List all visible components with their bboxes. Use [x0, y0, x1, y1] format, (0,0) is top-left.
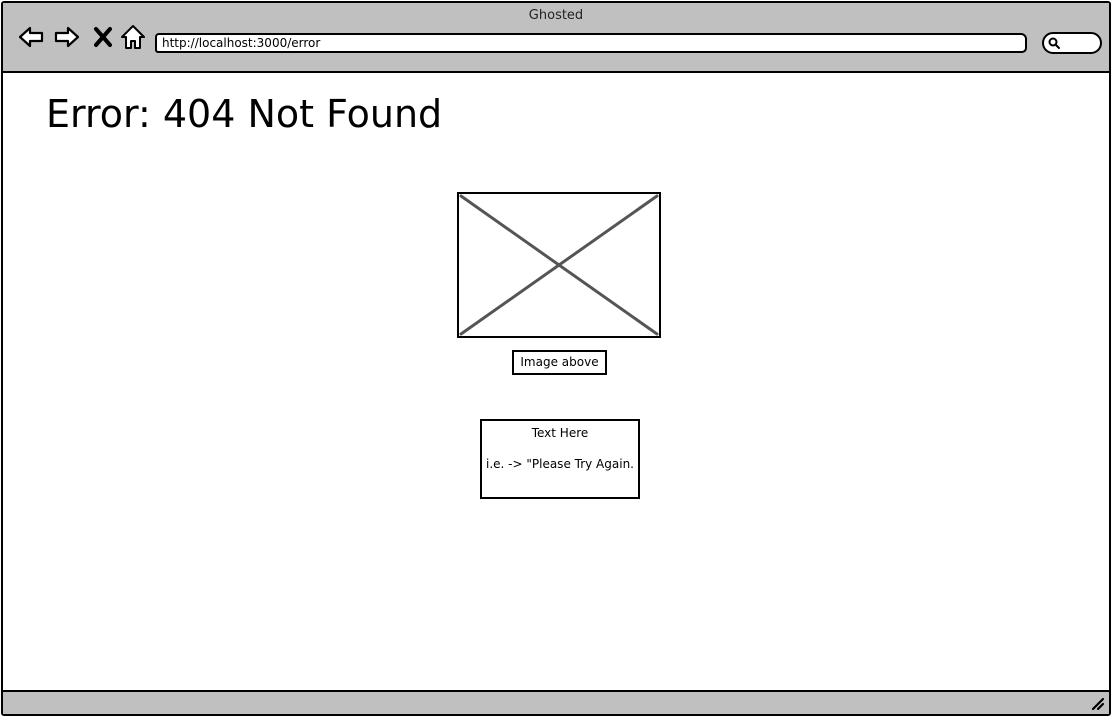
image-caption: Image above: [512, 350, 607, 375]
resize-grip-icon[interactable]: [1089, 695, 1105, 711]
browser-titlebar: Ghosted http://localhost:3000/error: [3, 3, 1109, 73]
back-arrow-icon[interactable]: [17, 23, 45, 51]
close-x-icon[interactable]: [89, 23, 117, 51]
search-button[interactable]: [1042, 32, 1102, 54]
forward-arrow-icon[interactable]: [53, 23, 81, 51]
image-placeholder-icon: [457, 192, 661, 338]
error-message-box: Text Here i.e. -> "Please Try Again.: [480, 419, 640, 499]
error-message-title: Text Here: [531, 426, 589, 440]
address-bar-url: http://localhost:3000/error: [162, 36, 321, 50]
search-icon: [1048, 37, 1060, 49]
status-bar: [3, 690, 1109, 714]
browser-window: Ghosted http://localhost:3000/error Erro…: [1, 1, 1111, 716]
error-message-text: i.e. -> "Please Try Again.: [486, 457, 634, 471]
page-title: Error: 404 Not Found: [46, 92, 443, 136]
window-title: Ghosted: [528, 8, 584, 23]
home-icon[interactable]: [119, 23, 147, 51]
address-bar[interactable]: http://localhost:3000/error: [155, 33, 1027, 53]
